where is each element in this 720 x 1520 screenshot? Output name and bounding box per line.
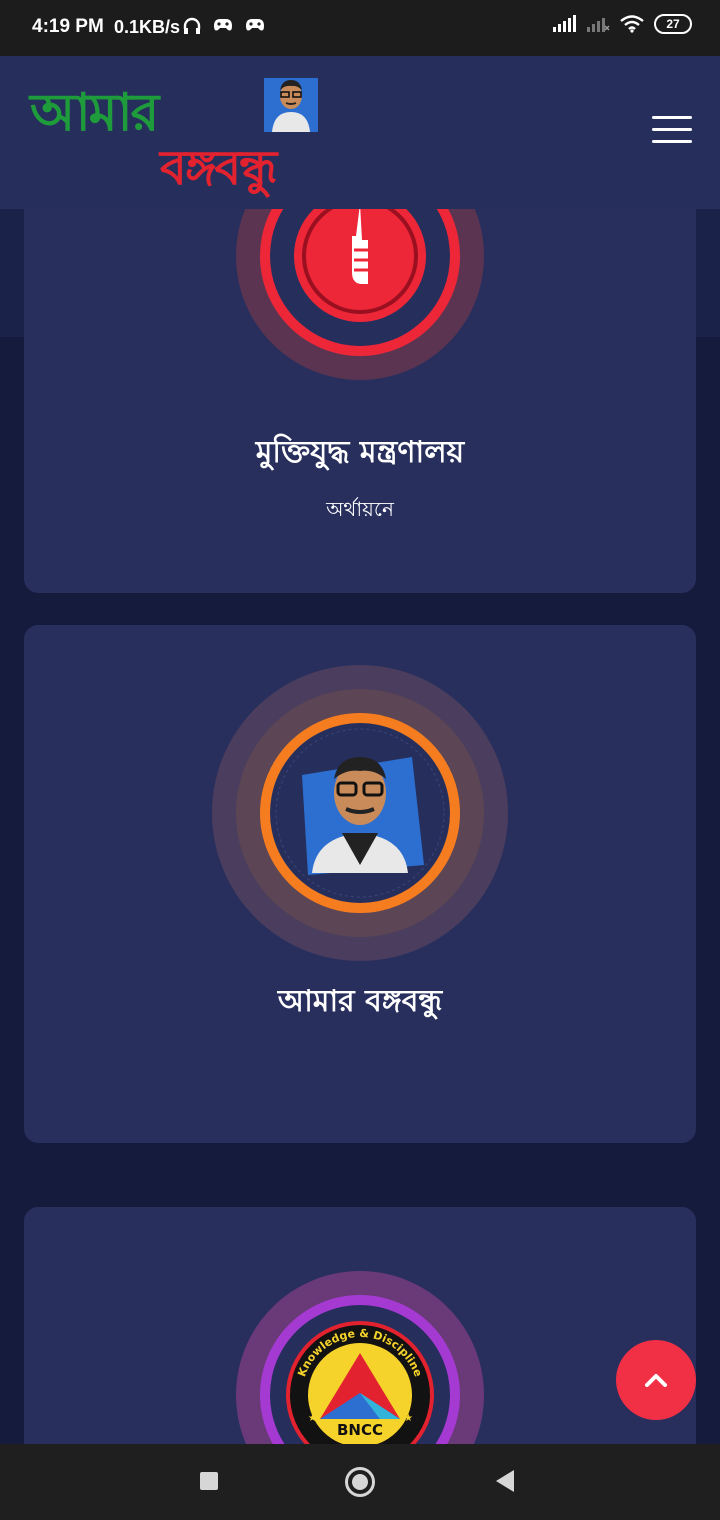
- logo-line1: আমার: [30, 82, 159, 143]
- card-title: মুক্তিযুদ্ধ মন্ত্রণালয়: [255, 435, 465, 470]
- site-logo[interactable]: আমার বঙ্গবন্ধু: [30, 68, 360, 200]
- game-icon: [214, 19, 232, 31]
- notification-icons: [182, 16, 266, 36]
- back-icon[interactable]: [496, 1470, 514, 1492]
- bncc-label: BNCC: [337, 1421, 383, 1439]
- bangabandhu-logo: [212, 665, 508, 961]
- recent-apps-icon[interactable]: [200, 1472, 218, 1490]
- bncc-logo: BNCC Knowledge & Discipline ★ ★: [236, 1271, 484, 1467]
- system-icons: 27: [552, 14, 692, 34]
- home-icon[interactable]: [345, 1467, 375, 1497]
- portrait-icon: [264, 78, 318, 132]
- network-speed: 0.1KB/s: [114, 17, 181, 37]
- status-bar: 4:19 PM 0.1KB/s 27: [0, 0, 720, 56]
- logo-line2: বঙ্গবন্ধু: [160, 140, 277, 196]
- wifi-icon: [620, 15, 644, 33]
- site-header: আমার বঙ্গবন্ধু: [0, 56, 720, 209]
- battery-indicator: 27: [654, 14, 692, 34]
- status-time: 4:19 PM: [32, 16, 104, 37]
- signal-icon: [553, 15, 576, 32]
- headphones-icon: [183, 17, 201, 34]
- card-subtitle: অর্থায়নে: [326, 497, 394, 521]
- scroll-to-top-button[interactable]: [616, 1340, 696, 1420]
- card-title: আমার বঙ্গবন্ধু: [277, 984, 443, 1019]
- signal-weak-icon: [587, 18, 610, 32]
- svg-text:★: ★: [404, 1413, 413, 1424]
- bncc-card[interactable]: BNCC Knowledge & Discipline ★ ★: [24, 1207, 696, 1467]
- system-nav-bar: [0, 1444, 720, 1520]
- sponsor-card[interactable]: মুক্তিযুদ্ধ মন্ত্রণালয় অর্থায়নে: [24, 180, 696, 593]
- chevron-up-icon: [645, 1374, 667, 1387]
- amar-bangabandhu-card[interactable]: আমার বঙ্গবন্ধু: [24, 625, 696, 1143]
- hamburger-menu-icon[interactable]: [652, 116, 692, 150]
- game-icon: [246, 19, 264, 31]
- svg-text:★: ★: [308, 1413, 317, 1424]
